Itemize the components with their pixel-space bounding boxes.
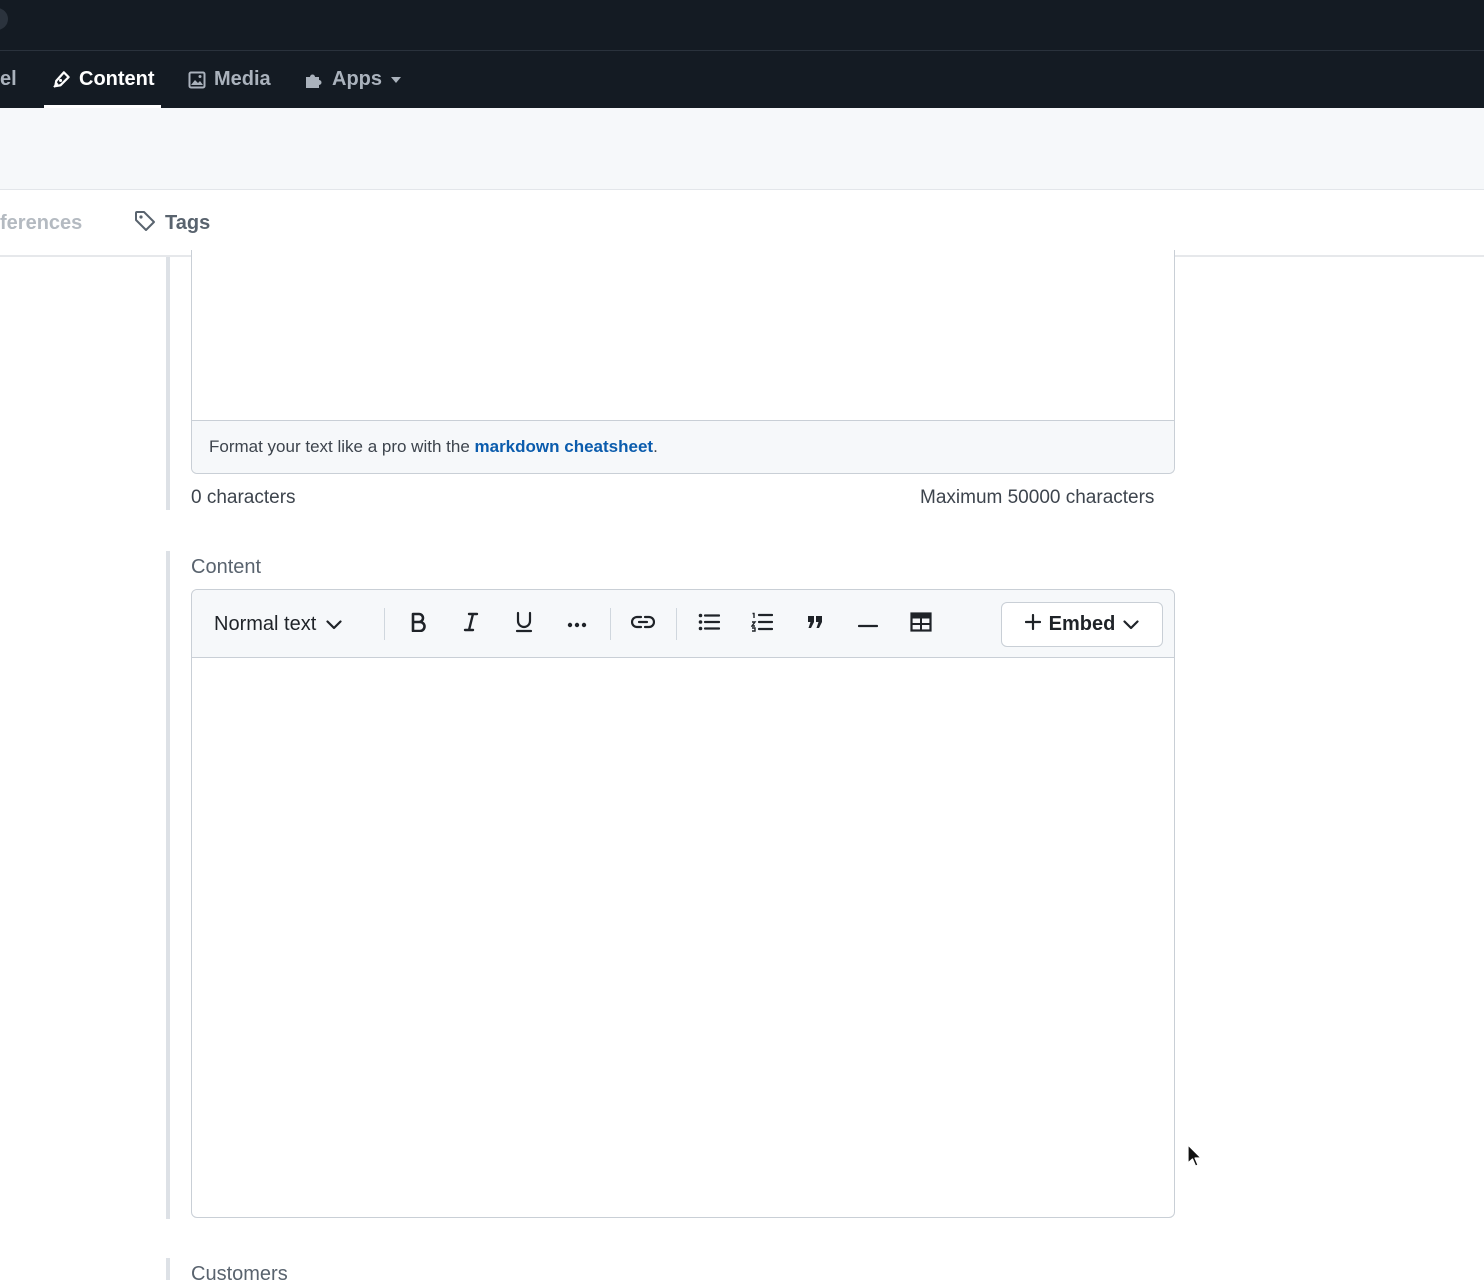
italic-button[interactable] [455,590,487,658]
puzzle-icon [304,70,324,90]
section-indicator [166,551,170,1219]
pen-icon [52,70,71,89]
table-button[interactable] [904,590,938,658]
text-style-value: Normal text [214,612,317,635]
more-formatting-button[interactable] [561,590,593,658]
table-icon [910,611,932,637]
character-count: 0 characters [191,487,296,508]
text-style-select[interactable]: Normal text [214,590,342,658]
avatar[interactable] [0,8,8,30]
mouse-pointer-icon [1187,1144,1203,1175]
ellipsis-icon [567,615,587,633]
nav-item-apps-label: Apps [332,68,382,90]
numbered-list-button[interactable] [745,590,779,658]
nav-item-apps[interactable]: Apps [304,51,402,108]
plus-icon [1024,613,1041,636]
top-bar [0,0,1484,51]
bullet-list-button[interactable] [692,590,726,658]
markdown-help-suffix: . [653,437,658,456]
nav-item-partial[interactable]: el [0,51,17,108]
section-indicator [166,1258,170,1280]
rich-text-editor: Normal text Embed [191,589,1175,1218]
link-icon [630,615,656,634]
horizontal-rule-button[interactable] [851,590,885,658]
nav-item-media[interactable]: Media [188,51,271,108]
editor-content-area[interactable] [192,658,1174,1217]
page-subheader [0,108,1484,190]
underline-icon [515,611,533,638]
tab-tags[interactable]: Tags [134,190,210,257]
embed-button[interactable]: Embed [1001,602,1163,647]
nav-item-media-label: Media [214,68,271,90]
link-button[interactable] [626,590,660,658]
toolbar-divider [384,608,385,640]
bold-button[interactable] [402,590,434,658]
section-indicator [166,257,170,510]
main-nav: el Content Media Apps [0,51,1484,108]
toolbar-divider [610,608,611,640]
content-field-label: Content [191,556,262,578]
nav-item-partial-label: el [0,68,17,90]
embed-button-label: Embed [1048,613,1116,635]
chevron-down-icon [1123,613,1139,636]
nav-item-content[interactable]: Content [44,51,161,108]
tag-icon [134,210,156,238]
tab-preferences-label: ferences [0,212,83,234]
caret-down-icon [390,76,402,84]
markdown-help: Format your text like a pro with the mar… [192,420,1174,473]
horizontal-rule-icon [857,615,879,633]
markdown-textarea[interactable]: Format your text like a pro with the mar… [191,250,1175,474]
underline-button[interactable] [508,590,540,658]
chevron-down-icon [326,613,342,636]
customers-field-label: Customers [191,1263,288,1285]
tab-preferences[interactable]: ferences [0,190,82,257]
quote-icon [807,615,823,634]
character-max: Maximum 50000 characters [920,487,1155,508]
quote-button[interactable] [798,590,832,658]
tab-tags-label: Tags [165,212,211,234]
bold-icon [410,612,426,637]
image-icon [188,71,206,89]
section-tabs: ferences Tags [0,190,1484,257]
italic-icon [463,612,479,637]
numbered-list-icon [750,612,774,637]
toolbar-divider [676,608,677,640]
editor-toolbar: Normal text Embed [192,590,1174,658]
markdown-help-text: Format your text like a pro with the [209,437,475,456]
nav-item-content-label: Content [79,68,155,90]
markdown-cheatsheet-link[interactable]: markdown cheatsheet [475,437,654,457]
bullet-list-icon [698,613,721,636]
